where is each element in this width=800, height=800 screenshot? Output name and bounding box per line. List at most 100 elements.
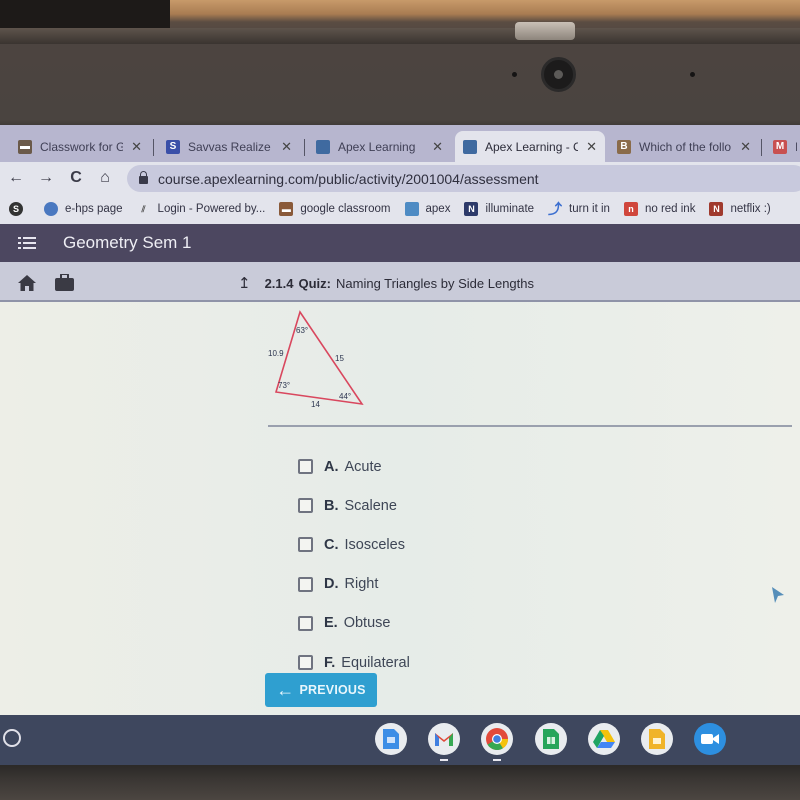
- bookmark-apex[interactable]: apex: [404, 202, 451, 216]
- illuminate-icon: N: [464, 202, 479, 216]
- tab-savvas[interactable]: S Savvas Realize ✕: [158, 131, 300, 162]
- tab-title: Savvas Realize: [188, 139, 271, 154]
- running-indicator: [440, 759, 448, 761]
- bookmark-label: illuminate: [485, 203, 535, 215]
- reload-button[interactable]: C: [64, 166, 88, 190]
- forward-arrow-icon: →: [38, 169, 54, 186]
- apps-icon: S: [9, 202, 23, 216]
- classroom-icon: ▬: [279, 202, 294, 216]
- close-tab-icon[interactable]: ✕: [740, 139, 751, 155]
- bookmark-apps[interactable]: S: [9, 202, 30, 216]
- address-bar[interactable]: course.apexlearning.com/public/activity/…: [127, 165, 800, 192]
- tab-title: Apex Learning: [338, 139, 416, 154]
- lock-icon: [139, 171, 148, 184]
- close-tab-icon[interactable]: ✕: [586, 139, 597, 155]
- up-arrow-icon[interactable]: ↥: [238, 274, 251, 292]
- option-c[interactable]: C. Isosceles: [298, 525, 410, 564]
- browser-toolbar: ← → C ⌂ course.apexlearning.com/public/a…: [0, 162, 800, 194]
- classroom-icon: ▬: [18, 139, 32, 154]
- angle-bottom-left-label: 73°: [278, 381, 290, 390]
- brainly-icon: B: [617, 139, 631, 154]
- bookmark-turn-it-in[interactable]: ⤴ turn it in: [548, 201, 610, 217]
- side-right-label: 15: [335, 354, 344, 363]
- option-letter: D.: [324, 576, 339, 593]
- back-button[interactable]: ←: [4, 166, 28, 190]
- option-text: Obtuse: [343, 615, 391, 632]
- reload-icon: C: [70, 169, 82, 186]
- docs-icon[interactable]: [375, 723, 407, 755]
- checkbox[interactable]: [298, 537, 313, 553]
- turnitin-icon: ⤴: [548, 201, 563, 217]
- home-icon[interactable]: [18, 275, 36, 291]
- light-sensor-dot: [690, 72, 695, 77]
- option-text: Acute: [344, 458, 382, 475]
- apex-icon: [316, 139, 330, 154]
- mic-dot: [512, 72, 517, 77]
- gmail-icon[interactable]: [428, 723, 460, 761]
- answer-options: A. Acute B. Scalene C. Isosceles D. Righ…: [298, 447, 410, 682]
- option-a[interactable]: A. Acute: [298, 447, 410, 486]
- quiz-number: 2.1.4: [264, 275, 294, 291]
- option-e[interactable]: E. Obtuse: [298, 604, 410, 643]
- laptop-bezel-bottom: [0, 765, 800, 800]
- globe-icon: [44, 202, 58, 216]
- option-d[interactable]: D. Right: [298, 565, 410, 604]
- side-bottom-label: 14: [311, 400, 320, 408]
- checkbox[interactable]: [298, 615, 313, 631]
- close-tab-icon[interactable]: ✕: [281, 139, 292, 155]
- tab-apex-learning[interactable]: Apex Learning ✕: [308, 131, 451, 162]
- launcher-icon[interactable]: [3, 729, 21, 747]
- tab-gmail[interactable]: M In: [765, 131, 800, 162]
- bookmark-illuminate[interactable]: N illuminate: [464, 202, 534, 216]
- menu-icon[interactable]: [18, 236, 36, 250]
- apex-icon: [404, 202, 419, 216]
- close-tab-icon[interactable]: ✕: [131, 139, 142, 155]
- laptop-hinge-tab: [515, 22, 575, 40]
- checkbox[interactable]: [298, 498, 313, 514]
- forward-button[interactable]: →: [34, 166, 58, 190]
- angle-bottom-right-label: 44°: [339, 392, 351, 401]
- quiz-name: Naming Triangles by Side Lengths: [336, 275, 535, 291]
- option-text: Equilateral: [341, 654, 410, 671]
- tab-strip: ▬ Classwork for Geo ✕ S Savvas Realize ✕…: [0, 125, 800, 162]
- bookmark-e-hps-page[interactable]: e-hps page: [44, 202, 123, 216]
- previous-button[interactable]: ← PREVIOUS: [265, 673, 377, 707]
- tab-apex-learning-active[interactable]: Apex Learning - Co ✕: [455, 131, 605, 162]
- slides-icon[interactable]: [641, 723, 673, 755]
- login-icon: ⫽: [141, 203, 146, 214]
- noredink-icon: n: [623, 202, 638, 216]
- checkbox[interactable]: [298, 655, 313, 671]
- checkbox[interactable]: [298, 576, 313, 592]
- bookmark-netflix[interactable]: N netflix :): [709, 202, 771, 216]
- url-text: course.apexlearning.com/public/activity/…: [158, 170, 539, 187]
- running-indicator: [493, 759, 501, 761]
- sheets-icon[interactable]: [535, 723, 567, 755]
- close-tab-icon[interactable]: ✕: [432, 139, 443, 155]
- netflix-icon: N: [709, 202, 724, 216]
- gmail-icon: M: [773, 139, 787, 154]
- tab-separator: [761, 139, 762, 156]
- home-button[interactable]: ⌂: [93, 166, 117, 190]
- tab-title: In: [795, 139, 797, 154]
- bookmark-no-red-ink[interactable]: n no red ink: [623, 202, 696, 216]
- app-header: Geometry Sem 1: [0, 224, 800, 262]
- photo-of-laptop: ▬ Classwork for Geo ✕ S Savvas Realize ✕…: [0, 0, 800, 800]
- laptop-hinge: [0, 28, 800, 44]
- tab-separator: [153, 139, 154, 156]
- tab-classwork[interactable]: ▬ Classwork for Geo ✕: [10, 131, 150, 162]
- tab-title: Apex Learning - Co: [485, 139, 579, 154]
- chrome-icon[interactable]: [481, 723, 513, 761]
- bookmark-label: apex: [425, 203, 451, 215]
- previous-label: PREVIOUS: [299, 683, 366, 697]
- checkbox[interactable]: [298, 459, 313, 475]
- bookmark-label: no red ink: [644, 203, 696, 215]
- tab-which-of-the-following[interactable]: B Which of the follo ✕: [609, 131, 759, 162]
- bookmark-login[interactable]: ⫽ Login - Powered by...: [137, 202, 266, 216]
- bookmark-google-classroom[interactable]: ▬ google classroom: [279, 202, 391, 216]
- option-b[interactable]: B. Scalene: [298, 486, 410, 525]
- drive-icon[interactable]: [588, 723, 620, 755]
- question-content: 63° 10.9 15 73° 44° 14 A. Acute B. Scale…: [0, 302, 800, 715]
- meet-icon[interactable]: [694, 723, 726, 755]
- home-icon: ⌂: [100, 169, 110, 186]
- briefcase-icon[interactable]: [55, 274, 74, 291]
